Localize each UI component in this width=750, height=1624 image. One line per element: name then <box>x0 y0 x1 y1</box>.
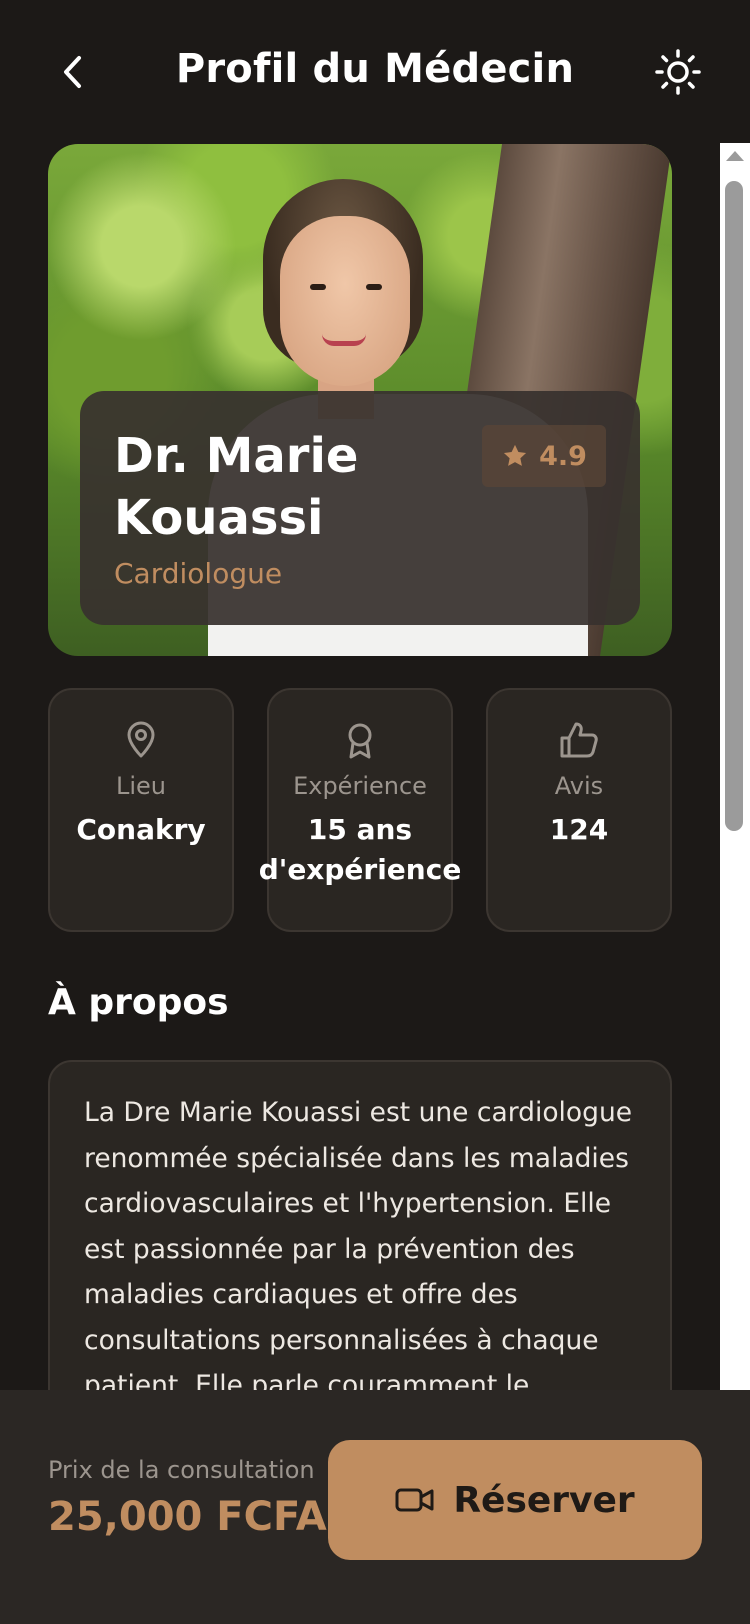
doctor-specialty: Cardiologue <box>114 557 283 590</box>
doctor-info-card: Dr. Marie Kouassi Cardiologue 4.9 <box>80 391 640 625</box>
profile-scroll-area[interactable]: Dr. Marie Kouassi Cardiologue 4.9 Lieu C… <box>0 140 720 1390</box>
about-text: La Dre Marie Kouassi est une cardiologue… <box>84 1097 633 1390</box>
vertical-scrollbar[interactable] <box>720 143 750 1390</box>
about-section-title: À propos <box>48 982 229 1023</box>
stat-value-experience: 15 ans d'expérience <box>258 813 462 886</box>
page-title: Profil du Médecin <box>175 46 575 92</box>
sun-icon <box>655 49 701 95</box>
video-camera-icon <box>395 1488 434 1512</box>
theme-toggle-button[interactable] <box>650 44 706 100</box>
stat-label-location: Lieu <box>115 772 166 800</box>
app-header: Profil du Médecin <box>0 0 750 140</box>
doctor-name: Dr. Marie Kouassi <box>114 428 359 546</box>
rating-badge: 4.9 <box>482 425 606 487</box>
stat-card-experience: Expérience 15 ans d'expérience <box>259 688 461 932</box>
stat-label-experience: Expérience <box>293 772 427 800</box>
stat-card-location: Lieu Conakry <box>48 688 234 932</box>
stat-card-reviews: Avis 124 <box>486 688 672 932</box>
booking-bar: Prix de la consultation 25,000 FCFA Rése… <box>0 1390 750 1624</box>
photo-eye-left <box>310 284 326 290</box>
book-button[interactable]: Réserver <box>328 1440 702 1560</box>
photo-eye-right <box>366 284 382 290</box>
award-icon <box>348 723 372 759</box>
stats-row: Lieu Conakry Expérience 15 ans d'expérie… <box>48 688 672 932</box>
doctor-photo: Dr. Marie Kouassi Cardiologue 4.9 <box>48 144 672 656</box>
book-button-label: Réserver <box>453 1479 635 1521</box>
scrollbar-thumb[interactable] <box>725 181 743 831</box>
photo-person-face <box>280 216 410 386</box>
about-card: La Dre Marie Kouassi est une cardiologue… <box>48 1060 672 1390</box>
stat-value-location: Conakry <box>76 813 206 846</box>
stat-value-reviews: 124 <box>549 813 609 846</box>
photo-smile <box>322 334 366 346</box>
chevron-left-icon <box>64 56 81 88</box>
scroll-up-arrow-icon[interactable] <box>726 151 744 161</box>
back-button[interactable] <box>50 46 94 98</box>
thumbs-up-icon <box>560 722 598 758</box>
price-value: 25,000 FCFA <box>48 1494 327 1540</box>
stat-label-reviews: Avis <box>554 772 604 800</box>
rating-value: 4.9 <box>539 440 587 472</box>
map-pin-icon <box>127 721 155 758</box>
star-icon <box>503 444 527 466</box>
price-label: Prix de la consultation <box>48 1456 315 1484</box>
